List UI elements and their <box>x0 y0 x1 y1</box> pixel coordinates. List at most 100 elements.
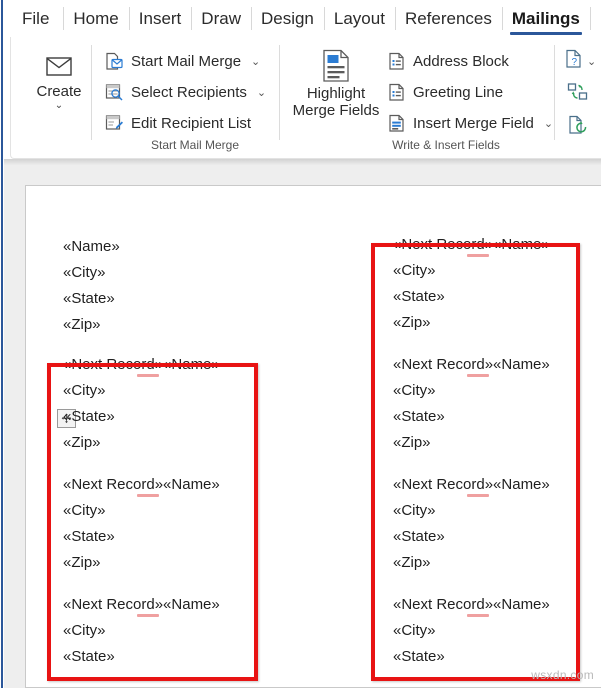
create-chevron-down-icon[interactable]: ⌄ <box>55 101 63 111</box>
match-fields-button[interactable] <box>567 82 589 107</box>
merge-field-line: «Next Record»«Name» <box>63 357 220 372</box>
update-labels-button[interactable] <box>568 115 588 140</box>
merge-field-line: «Name» <box>63 239 120 254</box>
ribbon: Create ⌄ Start Mail Merge ⌄ Select <box>10 37 601 159</box>
merge-field-line: «Next Record»«Name» <box>393 237 550 252</box>
merge-field-line: «State» <box>393 409 445 424</box>
greeting-line-button[interactable]: Greeting Line <box>387 79 503 105</box>
insert-merge-field-chevron-down-icon[interactable]: ⌄ <box>544 117 553 130</box>
spellcheck-underline <box>467 374 489 377</box>
merge-field-line: «State» <box>63 529 115 544</box>
match-fields-icon <box>567 82 589 107</box>
merge-field-line: «Zip» <box>393 435 431 450</box>
start-mail-merge-chevron-down-icon[interactable]: ⌄ <box>251 55 260 68</box>
tab-design[interactable]: Design <box>251 0 324 37</box>
start-mail-merge-button[interactable]: Start Mail Merge ⌄ <box>105 48 260 74</box>
tab-file-label: File <box>22 9 49 28</box>
greeting-line-label: Greeting Line <box>413 84 503 101</box>
merge-field-line: «State» <box>63 409 115 424</box>
tab-review[interactable]: Review <box>590 0 601 37</box>
merge-field-line: «Next Record»«Name» <box>393 597 550 612</box>
rules-chevron-down-icon[interactable]: ⌄ <box>587 55 596 68</box>
select-recipients-button[interactable]: Select Recipients ⌄ <box>105 79 266 105</box>
group-separator-3 <box>554 45 555 140</box>
merge-field-line: «City» <box>393 623 436 638</box>
group-label-write-insert-fields: Write & Insert Fields <box>341 138 551 152</box>
group-separator-2 <box>279 45 280 140</box>
insert-merge-field-icon <box>387 114 406 133</box>
tab-insert[interactable]: Insert <box>129 0 192 37</box>
address-block-icon <box>387 52 406 71</box>
merge-field-line: «State» <box>393 649 445 664</box>
edit-recipient-list-button[interactable]: Edit Recipient List <box>105 110 251 136</box>
tab-home[interactable]: Home <box>63 0 128 37</box>
spellcheck-underline <box>137 614 159 617</box>
merge-field-line: «City» <box>393 503 436 518</box>
group-separator-1 <box>91 45 92 140</box>
rules-button[interactable]: ? ⌄ <box>565 49 596 74</box>
spellcheck-underline <box>137 494 159 497</box>
edit-recipient-list-icon <box>105 114 124 133</box>
group-label-start-mail-merge: Start Mail Merge <box>105 138 285 152</box>
envelope-icon <box>46 49 72 83</box>
tab-draw[interactable]: Draw <box>191 0 251 37</box>
start-mail-merge-icon <box>105 52 124 71</box>
tab-draw-label: Draw <box>201 9 241 28</box>
edit-recipient-list-label: Edit Recipient List <box>131 115 251 132</box>
merge-field-line: «Zip» <box>63 317 101 332</box>
spellcheck-underline <box>467 254 489 257</box>
merge-field-line: «Zip» <box>393 315 431 330</box>
spellcheck-underline <box>137 374 159 377</box>
merge-field-line: «City» <box>63 265 106 280</box>
spellcheck-underline <box>467 494 489 497</box>
merge-field-line: «State» <box>63 291 115 306</box>
merge-field-line: «Next Record»«Name» <box>63 597 220 612</box>
highlight-merge-fields-button[interactable]: Highlight Merge Fields <box>290 47 382 119</box>
workspace-top-shade <box>4 159 601 165</box>
merge-field-line: «Next Record»«Name» <box>393 477 550 492</box>
merge-field-line: «City» <box>393 383 436 398</box>
highlight-merge-fields-label-1: Highlight <box>307 85 365 102</box>
merge-field-line: «State» <box>393 289 445 304</box>
merge-field-line: «State» <box>393 529 445 544</box>
address-block-label: Address Block <box>413 53 509 70</box>
tab-home-label: Home <box>73 9 118 28</box>
merge-field-line: «Zip» <box>63 555 101 570</box>
address-block-button[interactable]: Address Block <box>387 48 509 74</box>
tab-mailings-label: Mailings <box>512 9 580 28</box>
watermark: wsxdn.com <box>531 668 594 682</box>
tab-references-label: References <box>405 9 492 28</box>
select-recipients-label: Select Recipients <box>131 84 247 101</box>
tab-file[interactable]: File <box>4 0 63 37</box>
merge-field-line: «City» <box>63 503 106 518</box>
select-recipients-icon <box>105 83 124 102</box>
greeting-line-icon <box>387 83 406 102</box>
create-button[interactable]: Create ⌄ <box>26 49 92 111</box>
merge-field-line: «Zip» <box>393 555 431 570</box>
tab-layout-label: Layout <box>334 9 385 28</box>
tab-insert-label: Insert <box>139 9 182 28</box>
insert-merge-field-button[interactable]: Insert Merge Field ⌄ <box>387 110 553 136</box>
rules-icon: ? <box>565 49 583 74</box>
spellcheck-underline <box>467 614 489 617</box>
tab-layout[interactable]: Layout <box>324 0 395 37</box>
tab-references[interactable]: References <box>395 0 502 37</box>
update-labels-icon <box>568 115 588 140</box>
document-page[interactable]: «Name» «City» «State» «Zip» «Next Record… <box>25 185 601 688</box>
highlight-merge-fields-icon <box>321 47 351 85</box>
document-workspace: «Name» «City» «State» «Zip» «Next Record… <box>4 159 601 688</box>
tab-design-label: Design <box>261 9 314 28</box>
merge-field-line: «Next Record»«Name» <box>63 477 220 492</box>
create-button-label: Create <box>36 83 81 100</box>
start-mail-merge-label: Start Mail Merge <box>131 53 241 70</box>
svg-text:?: ? <box>572 57 578 68</box>
merge-field-line: «City» <box>393 263 436 278</box>
select-recipients-chevron-down-icon[interactable]: ⌄ <box>257 86 266 99</box>
insert-merge-field-label: Insert Merge Field <box>413 115 534 132</box>
merge-field-line: «Next Record»«Name» <box>393 357 550 372</box>
ribbon-tab-bar: File Home Insert Draw Design Layout Refe… <box>4 0 601 37</box>
highlight-merge-fields-label-2: Merge Fields <box>293 102 380 119</box>
merge-field-line: «City» <box>63 383 106 398</box>
merge-field-line: «City» <box>63 623 106 638</box>
tab-mailings[interactable]: Mailings <box>502 0 590 37</box>
